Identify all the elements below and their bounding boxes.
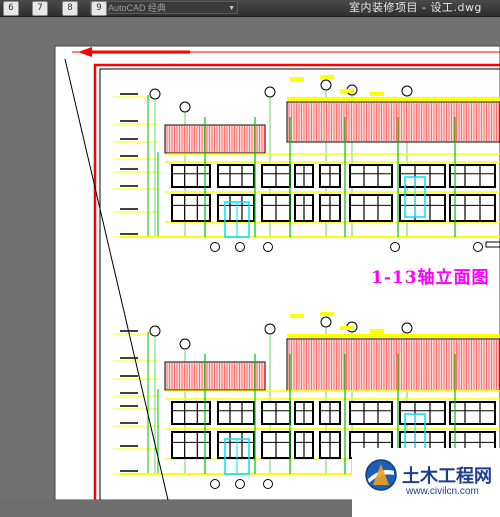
axis-bubble-bottom <box>473 242 483 252</box>
annotation-mark <box>340 326 354 330</box>
quick-access-button-7[interactable]: 7 <box>32 1 48 16</box>
civilcn-logo-icon <box>365 459 397 491</box>
window <box>349 194 393 222</box>
axis-bubble <box>401 322 413 334</box>
annotation-mark <box>370 329 384 333</box>
window <box>171 431 211 459</box>
window <box>217 164 255 188</box>
axis-bubble <box>320 79 332 91</box>
axis-bubble <box>179 338 191 350</box>
level-tag <box>485 241 500 248</box>
roof-block-left <box>164 361 266 391</box>
elevation-drawing <box>54 45 500 500</box>
axis-bubble <box>264 86 276 98</box>
workspace-dropdown[interactable]: AutoCAD 经典 ▼ <box>90 1 238 14</box>
watermark-name: 土木工程网 <box>402 466 492 487</box>
annotation-mark <box>320 312 334 316</box>
annotation-mark <box>370 92 384 96</box>
axis-bubble-bottom <box>390 242 400 252</box>
axis-bubble <box>320 316 332 328</box>
axis-bubble-bottom <box>235 479 245 489</box>
window <box>349 164 393 188</box>
annotation-mark <box>290 314 304 318</box>
window-title: 室内装修项目 - 设工.dwg <box>349 1 482 14</box>
annotation-mark <box>340 89 354 93</box>
quick-access-button-6[interactable]: 6 <box>3 1 19 16</box>
axis-bubble-bottom <box>263 242 273 252</box>
elevation-title: 1-13轴立面图 <box>371 268 490 288</box>
drawing-canvas[interactable]: 1-13轴立面图 土木工程网 www.civilcn.com <box>0 17 500 517</box>
annotation-mark <box>320 75 334 79</box>
chevron-down-icon: ▼ <box>228 5 235 12</box>
quick-access-button-8[interactable]: 8 <box>62 1 78 16</box>
axis-bubble-bottom <box>235 242 245 252</box>
quick-access-button-9[interactable]: 9 <box>91 1 107 16</box>
window <box>399 401 446 425</box>
axis-bubble <box>264 323 276 335</box>
window <box>399 164 446 188</box>
axis-bubble <box>149 325 161 337</box>
window <box>449 194 496 222</box>
window <box>171 401 211 425</box>
axis-bubble <box>179 101 191 113</box>
axis-bubble <box>149 88 161 100</box>
axis-bubble <box>401 85 413 97</box>
title-bar: 6 7 8 9 AutoCAD 经典 ▼ 室内装修项目 - 设工.dwg <box>0 0 500 17</box>
axis-bubble-bottom <box>210 242 220 252</box>
window <box>171 164 211 188</box>
window <box>217 401 255 425</box>
roof-block-left <box>164 124 266 154</box>
watermark-logo: 土木工程网 www.civilcn.com <box>352 448 500 517</box>
window <box>171 194 211 222</box>
annotation-mark <box>290 77 304 81</box>
axis-bubble-bottom <box>210 479 220 489</box>
window <box>449 401 496 425</box>
axis-bubble-bottom <box>263 479 273 489</box>
workspace-label: AutoCAD 经典 <box>108 3 167 13</box>
window <box>449 164 496 188</box>
watermark-url: www.civilcn.com <box>406 486 479 497</box>
window <box>349 401 393 425</box>
